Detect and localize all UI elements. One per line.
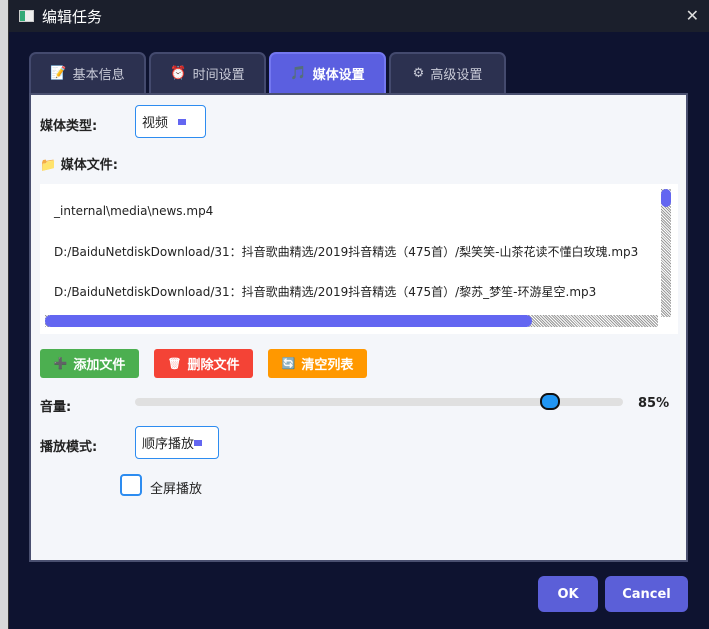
- refresh-icon: 🔄: [281, 357, 296, 370]
- media-files-label-text: 媒体文件:: [60, 158, 118, 173]
- title-bar: 编辑任务 ✕: [9, 0, 709, 32]
- play-mode-select[interactable]: 顺序播放: [135, 426, 219, 459]
- horizontal-scrollbar[interactable]: [45, 315, 658, 327]
- tab-advanced-settings[interactable]: ⚙ 高级设置: [389, 52, 506, 93]
- tab-time-settings[interactable]: ⏰ 时间设置: [149, 52, 266, 93]
- add-file-button[interactable]: ➕ 添加文件: [40, 349, 139, 378]
- trash-icon: 🗑: [167, 357, 182, 370]
- media-file-list[interactable]: _internal\media\news.mp4 D:/BaiduNetdisk…: [40, 184, 678, 334]
- volume-label: 音量:: [40, 400, 72, 415]
- vertical-scrollbar[interactable]: [661, 189, 671, 317]
- ok-button[interactable]: OK: [538, 576, 598, 612]
- button-label: 删除文件: [187, 358, 240, 373]
- gear-icon: ⚙: [412, 66, 425, 81]
- media-files-label: 📁 媒体文件:: [40, 154, 118, 173]
- tab-bar: 📝 基本信息 ⏰ 时间设置 🎵 媒体设置 ⚙ 高级设置: [29, 52, 506, 93]
- list-item[interactable]: D:/BaiduNetdiskDownload/31：抖音歌曲精选/2019抖音…: [54, 243, 638, 260]
- cancel-button[interactable]: Cancel: [605, 576, 688, 612]
- tab-basic-info[interactable]: 📝 基本信息: [29, 52, 146, 93]
- tab-media-settings[interactable]: 🎵 媒体设置: [269, 52, 386, 93]
- alarm-clock-icon: ⏰: [170, 66, 187, 81]
- tab-label: 时间设置: [192, 68, 245, 83]
- tab-label: 基本信息: [72, 68, 125, 83]
- volume-value: 85%: [638, 396, 670, 411]
- music-note-icon: 🎵: [290, 66, 307, 81]
- list-item[interactable]: D:/BaiduNetdiskDownload/31：抖音歌曲精选/2019抖音…: [54, 283, 596, 300]
- fullscreen-checkbox[interactable]: [120, 474, 142, 496]
- app-icon: [19, 10, 34, 22]
- tab-label: 媒体设置: [312, 68, 365, 83]
- scrollbar-thumb[interactable]: [661, 189, 671, 207]
- close-icon[interactable]: ✕: [686, 6, 699, 25]
- media-type-value: 视频: [142, 116, 169, 131]
- dropdown-arrow-icon: [178, 118, 187, 125]
- window-title: 编辑任务: [42, 7, 103, 26]
- delete-file-button[interactable]: 🗑 删除文件: [154, 349, 253, 378]
- button-label: 添加文件: [73, 358, 126, 373]
- clear-list-button[interactable]: 🔄 清空列表: [268, 349, 367, 378]
- volume-slider[interactable]: [135, 393, 623, 410]
- list-item[interactable]: _internal\media\news.mp4: [54, 204, 213, 218]
- fullscreen-label: 全屏播放: [150, 482, 203, 497]
- slider-handle[interactable]: [539, 393, 560, 410]
- plus-icon: ➕: [53, 357, 68, 370]
- media-type-label: 媒体类型:: [40, 119, 98, 134]
- document-icon: 📝: [50, 66, 67, 81]
- dropdown-arrow-icon: [194, 439, 203, 446]
- play-mode-label: 播放模式:: [40, 440, 98, 455]
- media-type-select[interactable]: 视频: [135, 105, 206, 138]
- tab-label: 高级设置: [430, 68, 483, 83]
- scrollbar-thumb[interactable]: [45, 315, 532, 327]
- play-mode-value: 顺序播放: [142, 437, 195, 452]
- media-settings-panel: 媒体类型: 视频 📁 媒体文件: _internal\media\news.mp…: [29, 93, 688, 562]
- edit-task-dialog: 编辑任务 ✕ 📝 基本信息 ⏰ 时间设置 🎵 媒体设置 ⚙ 高级设置 媒体类型: 视频 …: [8, 0, 709, 629]
- folder-icon: 📁: [40, 158, 57, 173]
- button-label: 清空列表: [301, 358, 354, 373]
